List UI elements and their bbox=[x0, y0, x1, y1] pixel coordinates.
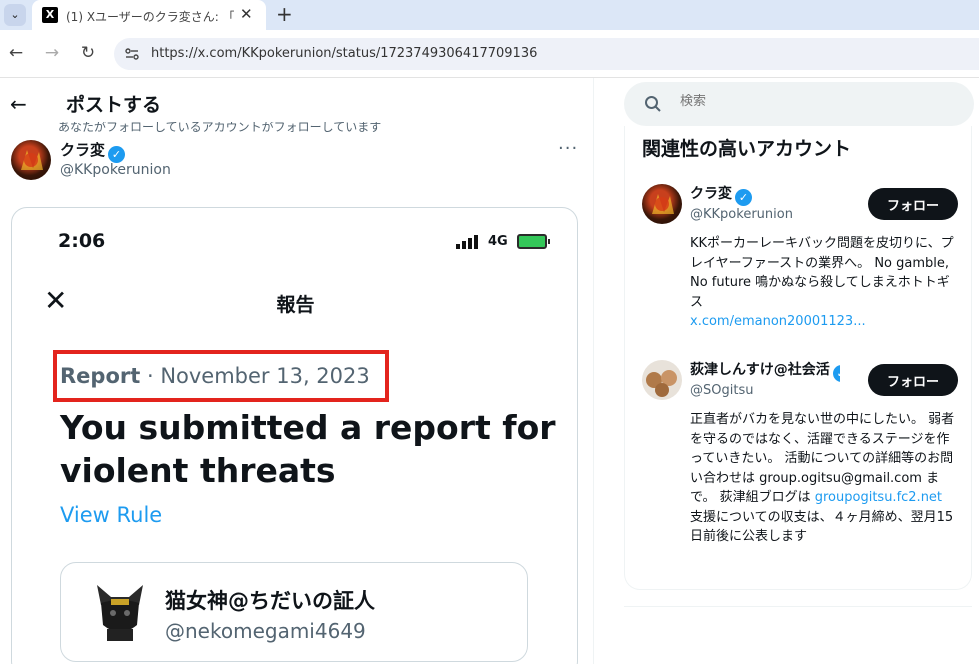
related-account-item[interactable]: クラ変 ✓ @KKpokerunion フォロー KKポーカーレーキバック問題を皮… bbox=[642, 184, 962, 334]
url-text[interactable]: https://x.com/KKpokerunion/status/172374… bbox=[151, 46, 537, 61]
account-avatar[interactable] bbox=[642, 184, 682, 224]
network-label: 4G bbox=[488, 234, 508, 249]
signal-bars-icon bbox=[456, 235, 478, 249]
author-name[interactable]: クラ変 ✓ bbox=[60, 140, 126, 163]
bio-link[interactable]: x.com/emanon20001123... bbox=[690, 314, 866, 329]
related-accounts-panel: 関連性の高いアカウント クラ変 ✓ @KKpokerunion フォロー KKポー… bbox=[624, 126, 972, 590]
account-bio: 正直者がバカを見ない世の中にしたい。 弱者を守るのではなく、活躍できるステージを… bbox=[690, 410, 958, 547]
view-rule-link: View Rule bbox=[60, 503, 163, 527]
report-headline: You submitted a report for violent threa… bbox=[60, 408, 556, 490]
divider bbox=[624, 606, 972, 607]
avatar-art-icon bbox=[646, 370, 677, 397]
account-name[interactable]: 荻津しんすけ@社会活✓ bbox=[690, 360, 840, 382]
account-handle[interactable]: @KKpokerunion bbox=[690, 207, 793, 222]
account-handle[interactable]: @SOgitsu bbox=[690, 383, 753, 398]
back-nav-icon[interactable]: ← bbox=[5, 42, 27, 64]
reported-user-card: 猫女神@ちだいの証人 @nekomegami4649 bbox=[60, 562, 528, 662]
verified-badge-icon: ✓ bbox=[832, 365, 840, 382]
author-avatar[interactable] bbox=[11, 140, 51, 180]
tab-title: (1) Xユーザーのクラ変さん: 「@SOgitsu bbox=[66, 10, 234, 24]
site-info-icon[interactable] bbox=[124, 46, 140, 62]
report-header: 報告 bbox=[276, 294, 315, 316]
author-handle[interactable]: @KKpokerunion bbox=[60, 162, 171, 178]
red-highlight-box bbox=[53, 350, 389, 402]
browser-tab[interactable]: X (1) Xユーザーのクラ変さん: 「@SOgitsu ✕ bbox=[32, 0, 266, 30]
more-options-icon[interactable]: ··· bbox=[558, 140, 578, 158]
forward-nav-icon[interactable]: → bbox=[41, 42, 63, 64]
social-context: あなたがフォローしているアカウントがフォローしています bbox=[58, 122, 382, 132]
follow-button[interactable]: フォロー bbox=[868, 364, 958, 396]
phone-status-time: 2:06 bbox=[58, 230, 106, 252]
verified-badge-icon: ✓ bbox=[735, 189, 752, 206]
account-name-text: 荻津しんすけ@社会活 bbox=[690, 362, 830, 378]
related-accounts-title: 関連性の高いアカウント bbox=[642, 138, 852, 160]
avatar-art-icon bbox=[652, 194, 674, 214]
search-box[interactable] bbox=[624, 82, 974, 126]
tab-search-icon[interactable]: ⌄ bbox=[4, 4, 26, 26]
avatar-art-icon bbox=[21, 150, 43, 170]
browser-toolbar: ← → ↻ https://x.com/KKpokerunion/status/… bbox=[0, 30, 979, 78]
page-title: ポストする bbox=[66, 94, 162, 116]
back-arrow-icon[interactable]: ← bbox=[10, 92, 27, 116]
bio-link[interactable]: groupogitsu.fc2.net bbox=[815, 490, 942, 505]
x-favicon-icon: X bbox=[42, 7, 58, 23]
bio-text: KKポーカーレーキバック問題を皮切りに、プレイヤーファーストの業界へ。 No g… bbox=[690, 236, 954, 310]
account-bio: KKポーカーレーキバック問題を皮切りに、プレイヤーファーストの業界へ。 No g… bbox=[690, 234, 958, 332]
account-avatar[interactable] bbox=[642, 360, 682, 400]
battery-icon bbox=[517, 234, 550, 249]
author-name-text: クラ変 bbox=[60, 141, 106, 159]
reported-user-avatar bbox=[97, 585, 143, 641]
search-input[interactable] bbox=[680, 94, 940, 109]
post-media[interactable]: 2:06 4G ✕ 報告 Report · November 13, 2023 … bbox=[11, 207, 578, 664]
new-tab-icon[interactable]: + bbox=[276, 3, 293, 25]
reload-icon[interactable]: ↻ bbox=[77, 42, 99, 64]
search-icon bbox=[645, 96, 661, 112]
reported-user-name: 猫女神@ちだいの証人 bbox=[165, 589, 375, 613]
follow-button[interactable]: フォロー bbox=[868, 188, 958, 220]
post-column: ← ポストする あなたがフォローしているアカウントがフォローしています クラ変 ✓… bbox=[0, 78, 594, 664]
tab-close-icon[interactable]: ✕ bbox=[240, 6, 253, 22]
address-bar[interactable]: https://x.com/KKpokerunion/status/172374… bbox=[114, 38, 979, 70]
reported-user-handle: @nekomegami4649 bbox=[165, 619, 366, 643]
right-sidebar: 関連性の高いアカウント クラ変✓ @KKpokerunion フォロー KKポー… bbox=[594, 78, 979, 664]
related-account-item[interactable]: 荻津しんすけ@社会活✓ @SOgitsu フォロー 正直者がバカを見ない世の中に… bbox=[642, 360, 962, 580]
account-name-text: クラ変 bbox=[690, 186, 732, 202]
account-name[interactable]: クラ変 ✓ bbox=[690, 184, 752, 206]
browser-tab-bar: ⌄ X (1) Xユーザーのクラ変さん: 「@SOgitsu ✕ + bbox=[0, 0, 979, 30]
verified-badge-icon: ✓ bbox=[108, 146, 126, 163]
bio-text: 支援についての収支は、４ヶ月締め、翌月15日前後に公表します bbox=[690, 509, 954, 545]
